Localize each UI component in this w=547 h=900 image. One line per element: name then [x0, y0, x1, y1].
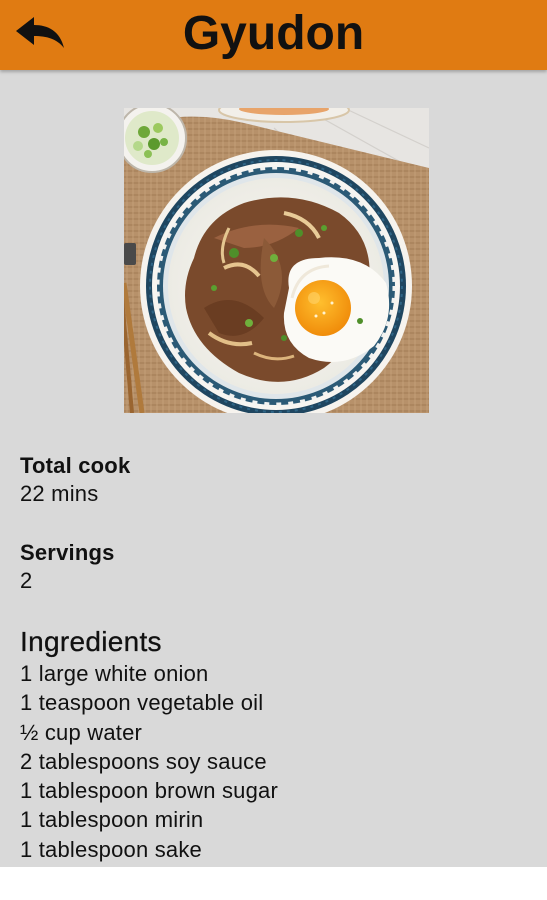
- servings-label: Servings: [20, 540, 115, 565]
- ingredient-item: ½ cup water: [20, 719, 143, 745]
- ingredient-item: 1 large white onion: [20, 661, 209, 686]
- servings-section: Servings 2: [20, 539, 115, 595]
- ingredient-item: 1 teaspoon vegetable oil: [20, 690, 264, 716]
- ingredients-section: Ingredients 1 large white onion 1 teaspo…: [20, 625, 278, 864]
- ingredients-heading: Ingredients: [20, 626, 162, 657]
- dish-image: [124, 108, 429, 413]
- ingredient-item: 1 tablespoon brown sugar: [20, 778, 278, 804]
- recipe-content: Total cook 22 mins Servings 2 Ingredient…: [0, 70, 547, 867]
- ingredients-list: 1 large white onion 1 teaspoon vegetable…: [20, 659, 278, 864]
- servings-value: 2: [20, 568, 33, 593]
- total-cook-value: 22 mins: [20, 481, 99, 506]
- ingredient-item: 1 tablespoon mirin: [20, 807, 204, 833]
- ingredient-item: 2 tablespoons soy sauce: [20, 748, 267, 774]
- ingredient-item: 1 tablespoon sake: [20, 836, 202, 862]
- total-cook-section: Total cook 22 mins: [20, 452, 130, 508]
- bottom-strip: [0, 867, 547, 900]
- page-title: Gyudon: [182, 7, 365, 60]
- total-cook-label: Total cook: [20, 453, 131, 478]
- app-bar: Gyudon: [0, 0, 547, 70]
